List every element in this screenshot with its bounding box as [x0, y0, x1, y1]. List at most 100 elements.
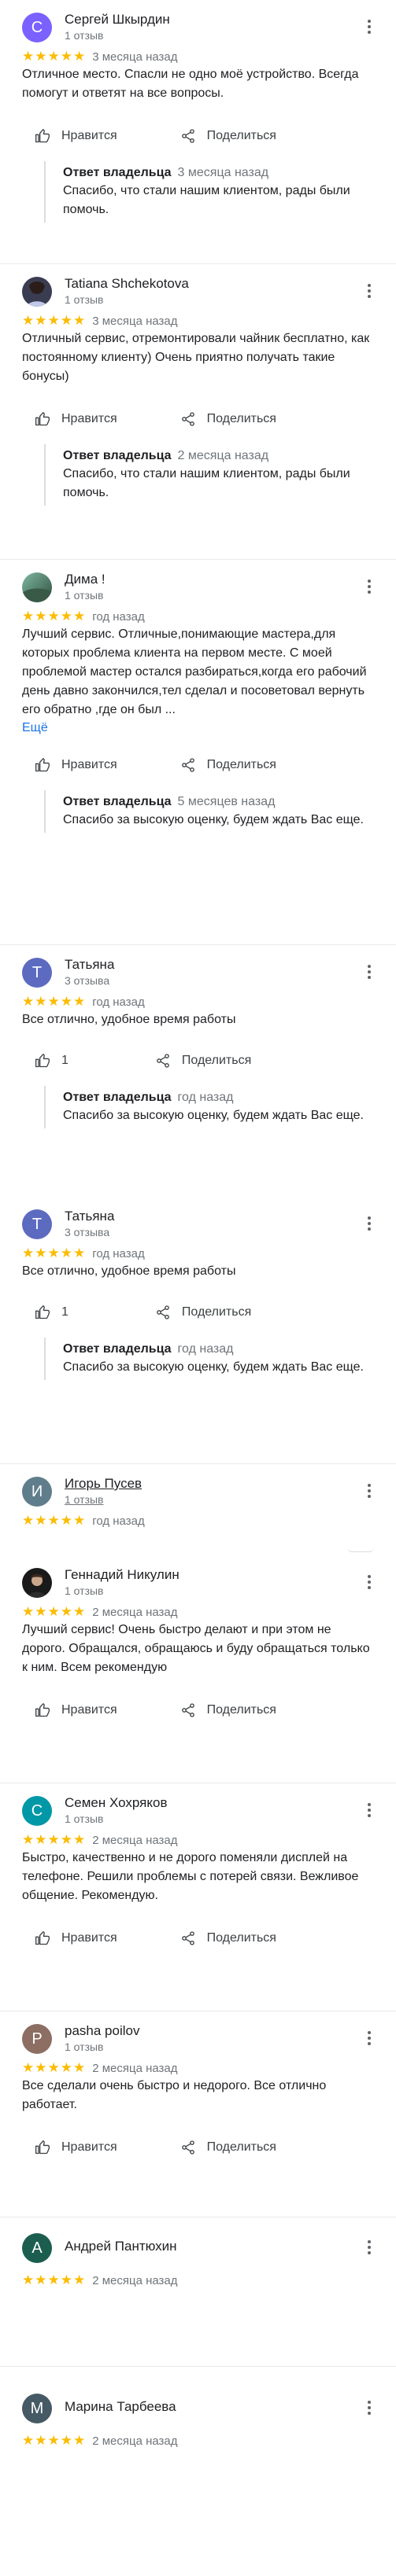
more-options-icon[interactable] [361, 2030, 377, 2046]
like-button[interactable]: Нравится [35, 128, 117, 144]
share-button[interactable]: Поделиться [155, 1305, 251, 1320]
thumb-up-icon [35, 758, 50, 772]
review-card: Геннадий Никулин 1 отзыв ★★★★★ 2 месяца … [0, 1555, 396, 1783]
thumb-up-icon [35, 129, 50, 143]
share-button[interactable]: Поделиться [180, 1930, 276, 1946]
reviewer-name[interactable]: Tatiana Shchekotova [65, 275, 189, 293]
more-options-icon[interactable] [361, 2400, 377, 2416]
owner-reply-date: год назад [177, 1091, 234, 1104]
review-header: Дима ! 1 отзыв [22, 571, 374, 602]
review-date: год назад [92, 1514, 145, 1528]
avatar[interactable] [22, 1568, 52, 1598]
like-button[interactable]: Нравится [35, 1702, 117, 1718]
profile-photo [22, 1568, 52, 1598]
avatar[interactable]: Т [22, 958, 52, 988]
share-button[interactable]: Поделиться [180, 1702, 276, 1718]
review-date: год назад [92, 1246, 145, 1260]
share-label: Поделиться [206, 1703, 276, 1717]
share-icon [181, 1931, 194, 1945]
reviewer-name[interactable]: Сергей Шкырдин [65, 11, 170, 28]
reviewer-name[interactable]: Марина Тарбеева [65, 2398, 176, 2416]
like-button[interactable]: 1 [35, 1053, 68, 1069]
more-options-icon[interactable] [361, 19, 377, 35]
more-options-icon[interactable] [361, 1483, 377, 1499]
review-date: 3 месяца назад [92, 50, 178, 64]
reviewer-name[interactable]: pasha poilov [65, 2022, 139, 2040]
owner-reply: Ответ владельца 3 месяца назад Спасибо, ч… [44, 161, 374, 223]
avatar[interactable]: А [22, 2233, 52, 2263]
like-button[interactable]: Нравится [35, 757, 117, 773]
star-rating: ★★★★★ [22, 1513, 87, 1528]
like-button[interactable]: Нравится [35, 411, 117, 427]
owner-reply: Ответ владельца год назад Спасибо за высо… [44, 1338, 374, 1380]
reviewer-name[interactable]: Татьяна [65, 956, 114, 973]
reviewer-name[interactable]: Андрей Пантюхин [65, 2238, 177, 2255]
like-button[interactable]: Нравится [35, 1930, 117, 1946]
more-options-icon[interactable] [361, 1802, 377, 1818]
avatar[interactable] [22, 277, 52, 307]
share-icon [157, 1054, 169, 1068]
more-options-icon[interactable] [361, 579, 377, 594]
share-button[interactable]: Поделиться [180, 757, 276, 773]
more-options-icon[interactable] [361, 964, 377, 980]
review-count[interactable]: 1 отзыв [65, 1492, 142, 1507]
owner-reply-text: Спасибо за высокую оценку, будем ждать В… [63, 1109, 364, 1122]
share-label: Поделиться [206, 758, 276, 771]
share-label: Поделиться [206, 2140, 276, 2154]
avatar[interactable]: С [22, 1796, 52, 1826]
like-button[interactable]: 1 [35, 1305, 68, 1320]
avatar[interactable]: И [22, 1477, 52, 1507]
share-button[interactable]: Поделиться [180, 411, 276, 427]
review-card: P pasha poilov 1 отзыв ★★★★★ 2 месяца на… [0, 2011, 396, 2217]
star-rating: ★★★★★ [22, 313, 87, 328]
reviewer-name[interactable]: Татьяна [65, 1208, 114, 1225]
owner-reply-text: Спасибо за высокую оценку, будем ждать В… [63, 1360, 364, 1374]
like-label: Нравится [61, 2140, 117, 2154]
thumb-up-icon [35, 1931, 50, 1945]
share-label: Поделиться [206, 129, 276, 142]
star-rating: ★★★★★ [22, 994, 87, 1009]
avatar[interactable]: М [22, 2394, 52, 2423]
more-options-icon[interactable] [361, 2239, 377, 2255]
share-icon [157, 1305, 169, 1319]
share-button[interactable]: Поделиться [180, 128, 276, 144]
reviewer-name[interactable]: Игорь Пусев [65, 1475, 142, 1492]
more-options-icon[interactable] [361, 1574, 377, 1590]
review-count: 1 отзыв [65, 29, 104, 42]
avatar[interactable]: P [22, 2024, 52, 2054]
thumb-up-icon [35, 2140, 50, 2155]
review-header: Т Татьяна 3 отзыва [22, 956, 374, 988]
avatar[interactable] [22, 572, 52, 602]
review-card: Дима ! 1 отзыв ★★★★★ год назад Лучший се… [0, 560, 396, 945]
review-header: P pasha poilov 1 отзыв [22, 2022, 374, 2054]
avatar[interactable]: Т [22, 1209, 52, 1239]
thumb-up-icon [35, 412, 50, 426]
profile-photo [22, 572, 52, 602]
reviewer-name[interactable]: Геннадий Никулин [65, 1566, 179, 1584]
more-options-icon[interactable] [361, 283, 377, 299]
review-text: Лучший сервис! Очень быстро делают и при… [22, 1623, 370, 1674]
share-icon [181, 1703, 194, 1717]
review-header: С Сергей Шкырдин 1 отзыв [22, 11, 374, 42]
reviewer-name[interactable]: Дима ! [65, 571, 105, 588]
like-button[interactable]: Нравится [35, 2140, 117, 2155]
star-rating: ★★★★★ [22, 2060, 87, 2075]
review-count: 3 отзыва [65, 974, 110, 987]
review-header: И Игорь Пусев 1 отзыв [22, 1475, 374, 1507]
owner-reply-date: 2 месяца назад [177, 449, 269, 462]
share-button[interactable]: Поделиться [155, 1053, 251, 1069]
star-rating: ★★★★★ [22, 2433, 87, 2448]
share-button[interactable]: Поделиться [180, 2140, 276, 2155]
owner-reply: Ответ владельца 2 месяца назад Спасибо, ч… [44, 444, 374, 506]
review-date: 2 месяца назад [92, 2061, 178, 2075]
thumb-up-icon [35, 1703, 50, 1717]
share-icon [181, 2140, 194, 2155]
read-more-link[interactable]: Ещё [22, 719, 374, 737]
reviewer-name[interactable]: Семен Хохряков [65, 1794, 167, 1812]
owner-reply-date: 5 месяцев назад [177, 795, 276, 808]
review-date: 3 месяца назад [92, 314, 178, 328]
avatar[interactable]: С [22, 13, 52, 42]
share-label: Поделиться [206, 1931, 276, 1945]
more-options-icon[interactable] [361, 1216, 377, 1231]
owner-reply-label: Ответ владельца [63, 1091, 172, 1104]
